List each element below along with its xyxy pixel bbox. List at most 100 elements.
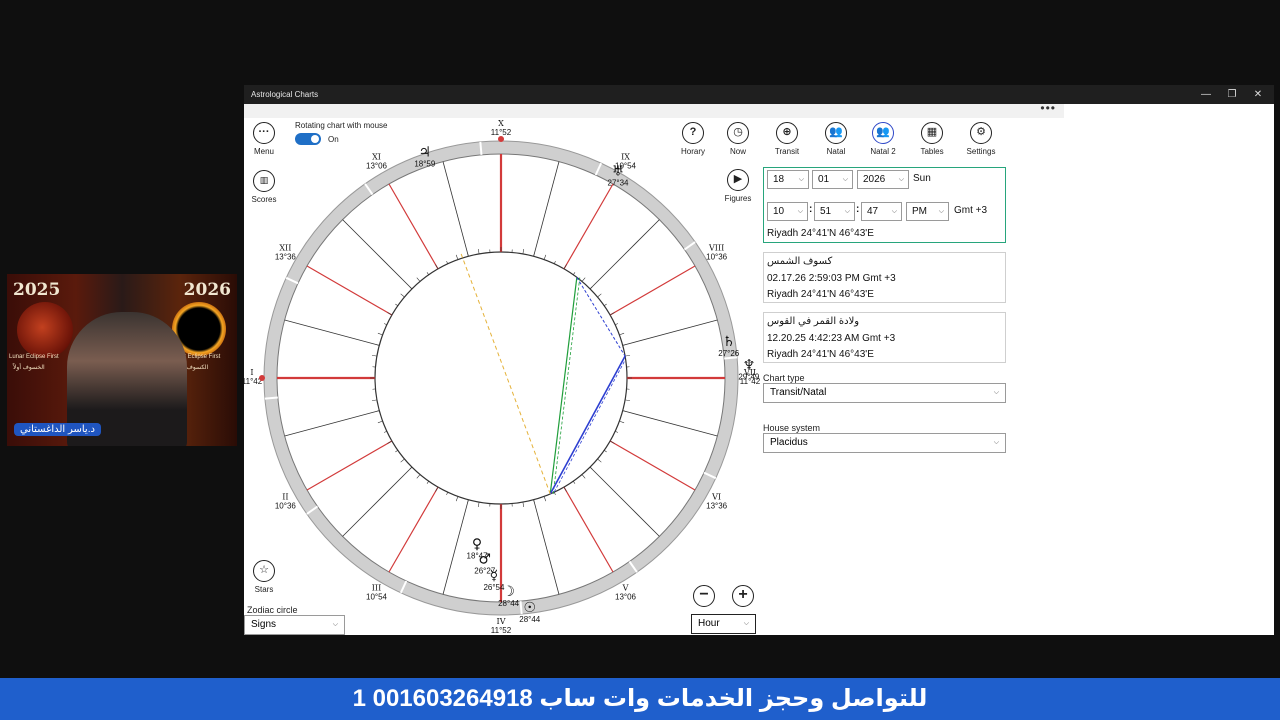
chevron-down-icon: ⌵ bbox=[993, 389, 999, 396]
tables-button[interactable]: ▦ Tables bbox=[910, 122, 954, 156]
event1-datetime: 02.17.26 2:59:03 PM Gmt +3 bbox=[767, 273, 896, 284]
house-number: XII bbox=[279, 244, 291, 253]
menu-button[interactable]: ··· Menu bbox=[242, 122, 286, 156]
screen: 2025 2026 Lunar Eclipse First الخسوف أول… bbox=[0, 0, 1280, 720]
natal2-button[interactable]: 👥 Natal 2 bbox=[861, 122, 905, 156]
chart-type-select[interactable]: Transit/Natal ⌵ bbox=[763, 383, 1006, 403]
zodiac-circle-select[interactable]: Signs ⌵ bbox=[244, 615, 345, 635]
datetime-panel: 18 ⌵ 01 ⌵ 2026 ⌵ Sun 10 ⌵ : 51 ⌵ : 47 ⌵ PM ⌵ Gm… bbox=[763, 167, 1006, 243]
menu-label: Menu bbox=[253, 147, 274, 156]
house-number: VIII bbox=[708, 244, 724, 253]
planet-degree: 18°47 bbox=[467, 551, 489, 560]
hour-select[interactable]: 10 ⌵ bbox=[767, 202, 808, 221]
house-number: II bbox=[282, 493, 288, 502]
year-select[interactable]: 2026 ⌵ bbox=[857, 170, 909, 189]
house-degree: 10°36 bbox=[275, 502, 297, 511]
astro-chart[interactable]: X11°52XI13°06XII13°36I11°42II10°36III10°… bbox=[244, 118, 764, 638]
second-select[interactable]: 47 ⌵ bbox=[861, 202, 902, 221]
close-button[interactable]: ✕ bbox=[1244, 87, 1272, 102]
natal-label: Natal bbox=[826, 147, 846, 156]
weekday: Sun bbox=[913, 173, 931, 184]
step-unit-select[interactable]: Hour ⌵ bbox=[691, 614, 756, 634]
house-number: IV bbox=[497, 617, 506, 626]
second-value: 47 bbox=[867, 206, 879, 217]
now-button[interactable]: ◷ Now bbox=[716, 122, 760, 156]
day-select[interactable]: 18 ⌵ bbox=[767, 170, 809, 189]
ampm-value: PM bbox=[912, 206, 927, 217]
figures-button[interactable]: ▶ Figures bbox=[716, 169, 760, 203]
house-number: I bbox=[250, 368, 253, 377]
house-degree: 13°36 bbox=[706, 502, 728, 511]
day-value: 18 bbox=[773, 174, 785, 185]
more-button[interactable]: ••• bbox=[1040, 101, 1056, 115]
window-title: Astrological Charts bbox=[251, 90, 319, 99]
planet-glyph: ♀ bbox=[472, 536, 482, 552]
planet-degree: 28°44 bbox=[519, 615, 541, 624]
horary-label: Horary bbox=[680, 147, 705, 156]
planet-degree: 27°26 bbox=[718, 349, 740, 358]
house-degree: 10°36 bbox=[706, 253, 728, 262]
minimize-button[interactable]: — bbox=[1192, 87, 1220, 102]
year-left: 2025 bbox=[13, 280, 61, 300]
contact-banner: للتواصل وحجز الخدمات وات ساب 00160326491… bbox=[0, 678, 1280, 720]
zodiac-circle-value: Signs bbox=[251, 619, 277, 630]
rotating-state: On bbox=[328, 135, 339, 144]
event-panel-1[interactable]: كسوف الشمس 02.17.26 2:59:03 PM Gmt +3 Ri… bbox=[763, 252, 1006, 303]
planet-glyph: ♃ bbox=[419, 145, 432, 161]
clock-icon: ◷ bbox=[727, 122, 749, 144]
house-number: V bbox=[622, 584, 629, 593]
star-icon: ☆ bbox=[253, 560, 275, 582]
chevron-down-icon: ⌵ bbox=[842, 176, 848, 183]
house-number: III bbox=[372, 584, 381, 593]
chevron-down-icon: ⌵ bbox=[798, 176, 804, 183]
house-degree: 13°36 bbox=[275, 253, 297, 262]
sign-boundary bbox=[264, 396, 278, 400]
ampm-select[interactable]: PM ⌵ bbox=[906, 202, 949, 221]
time-separator: : bbox=[809, 204, 813, 215]
house-system-label: House system bbox=[763, 423, 821, 433]
scores-label: Scores bbox=[251, 195, 277, 204]
house-system-select[interactable]: Placidus ⌵ bbox=[763, 433, 1006, 453]
house-number: X bbox=[498, 119, 504, 128]
event2-datetime: 12.20.25 4:42:23 AM Gmt +3 bbox=[767, 333, 896, 344]
settings-button[interactable]: ⚙ Settings bbox=[959, 122, 1003, 156]
house-number: VI bbox=[711, 493, 721, 502]
event2-location: Riyadh 24°41'N 46°43'E bbox=[767, 349, 874, 360]
event1-location: Riyadh 24°41'N 46°43'E bbox=[767, 289, 874, 300]
zodiac-circle-label: Zodiac circle bbox=[247, 605, 298, 615]
minute-value: 51 bbox=[820, 206, 832, 217]
step-minus-button[interactable]: − bbox=[682, 585, 726, 610]
house-degree: 13°06 bbox=[366, 161, 388, 170]
transit-button[interactable]: ⊕ Transit bbox=[765, 122, 809, 156]
stars-button[interactable]: ☆ Stars bbox=[242, 560, 286, 594]
sign-boundary bbox=[519, 601, 523, 615]
horary-button[interactable]: ? Horary bbox=[671, 122, 715, 156]
house-degree: 11°52 bbox=[491, 128, 512, 137]
month-select[interactable]: 01 ⌵ bbox=[812, 170, 853, 189]
people-icon: 👥 bbox=[872, 122, 894, 144]
scores-button[interactable]: ▥ Scores bbox=[242, 170, 286, 204]
bar-chart-icon: ▥ bbox=[253, 170, 275, 192]
rotating-toggle[interactable] bbox=[295, 133, 321, 145]
house-system-value: Placidus bbox=[770, 437, 808, 448]
chevron-down-icon: ⌵ bbox=[938, 208, 944, 215]
natal2-label: Natal 2 bbox=[870, 147, 896, 156]
house-number: XI bbox=[372, 152, 381, 161]
settings-label: Settings bbox=[966, 147, 996, 156]
time-separator: : bbox=[856, 204, 860, 215]
hour-value: 10 bbox=[773, 206, 785, 217]
tables-label: Tables bbox=[920, 147, 944, 156]
natal-button[interactable]: 👥 Natal bbox=[814, 122, 858, 156]
figures-label: Figures bbox=[724, 194, 752, 203]
event-panel-2[interactable]: ولادة القمر في القوس 12.20.25 4:42:23 AM… bbox=[763, 312, 1006, 363]
lunar-eclipse-image bbox=[17, 302, 73, 358]
chart-type-label: Chart type bbox=[763, 373, 805, 383]
inner-circle bbox=[374, 251, 628, 505]
minute-select[interactable]: 51 ⌵ bbox=[814, 202, 855, 221]
step-plus-button[interactable]: + bbox=[721, 585, 765, 610]
restore-button[interactable]: ❐ bbox=[1218, 87, 1246, 102]
webcam-overlay: 2025 2026 Lunar Eclipse First الخسوف أول… bbox=[7, 274, 237, 446]
gmt-offset: Gmt +3 bbox=[954, 205, 988, 216]
title-bar: Astrological Charts — ❐ ✕ bbox=[244, 85, 1274, 104]
house-degree: 10°54 bbox=[366, 593, 388, 602]
